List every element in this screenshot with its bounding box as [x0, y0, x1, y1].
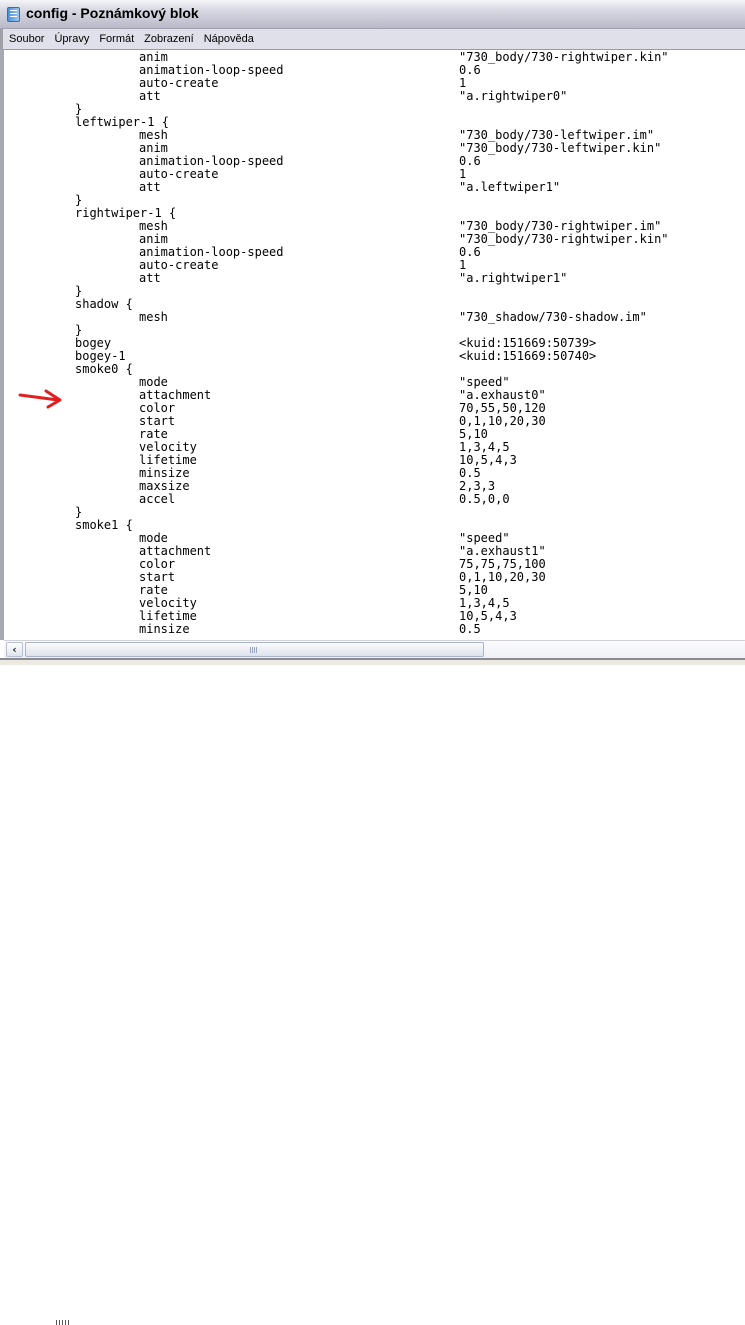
text-editor[interactable]: anim "730_body/730-rightwiper.kin" animati… — [0, 49, 745, 640]
config-value: "730_shadow/730-shadow.im" — [459, 310, 647, 324]
config-key: smoke0 { — [75, 362, 133, 376]
scroll-left-button[interactable]: ‹ — [6, 642, 23, 657]
title-bar[interactable]: config - Poznámkový blok — [0, 0, 745, 29]
config-key: shadow { — [75, 297, 133, 311]
config-key: minsize — [139, 622, 190, 636]
window-bottom-edge — [0, 658, 745, 1325]
config-value: "a.rightwiper0" — [459, 89, 568, 103]
config-key: accel — [139, 492, 176, 506]
grip-icon — [250, 647, 258, 653]
config-key: smoke1 { — [75, 518, 133, 532]
config-value: "a.rightwiper1" — [459, 271, 568, 285]
red-arrow-annotation — [18, 389, 62, 409]
window-title: config - Poznámkový blok — [26, 5, 199, 21]
scroll-thumb[interactable] — [25, 642, 484, 657]
config-value: "730_body/730-leftwiper.kin" — [459, 141, 662, 155]
menu-upravy[interactable]: Úpravy — [48, 33, 93, 45]
menu-zobrazeni[interactable]: Zobrazení — [138, 33, 198, 45]
config-value: 0.5,0,0 — [459, 492, 510, 506]
menu-format[interactable]: Formát — [93, 33, 138, 45]
config-value: <kuid:151669:50740> — [459, 349, 597, 363]
menu-napoveda[interactable]: Nápověda — [198, 33, 258, 45]
menu-bar: Soubor Úpravy Formát Zobrazení Nápověda — [0, 29, 745, 49]
config-value: 0.5 — [459, 622, 481, 636]
chevron-left-icon: ‹ — [12, 643, 17, 656]
resize-grip-icon — [56, 1320, 70, 1325]
config-key: att — [139, 180, 161, 194]
menu-soubor[interactable]: Soubor — [3, 33, 48, 45]
horizontal-scrollbar[interactable]: ‹ — [4, 640, 745, 658]
config-value: "a.leftwiper1" — [459, 180, 561, 194]
config-key: att — [139, 89, 161, 103]
notepad-icon[interactable] — [7, 7, 20, 22]
config-key: mesh — [139, 310, 168, 324]
config-key: att — [139, 271, 161, 285]
config-value: "730_body/730-rightwiper.kin" — [459, 232, 669, 246]
config-value: "730_body/730-rightwiper.kin" — [459, 50, 669, 64]
